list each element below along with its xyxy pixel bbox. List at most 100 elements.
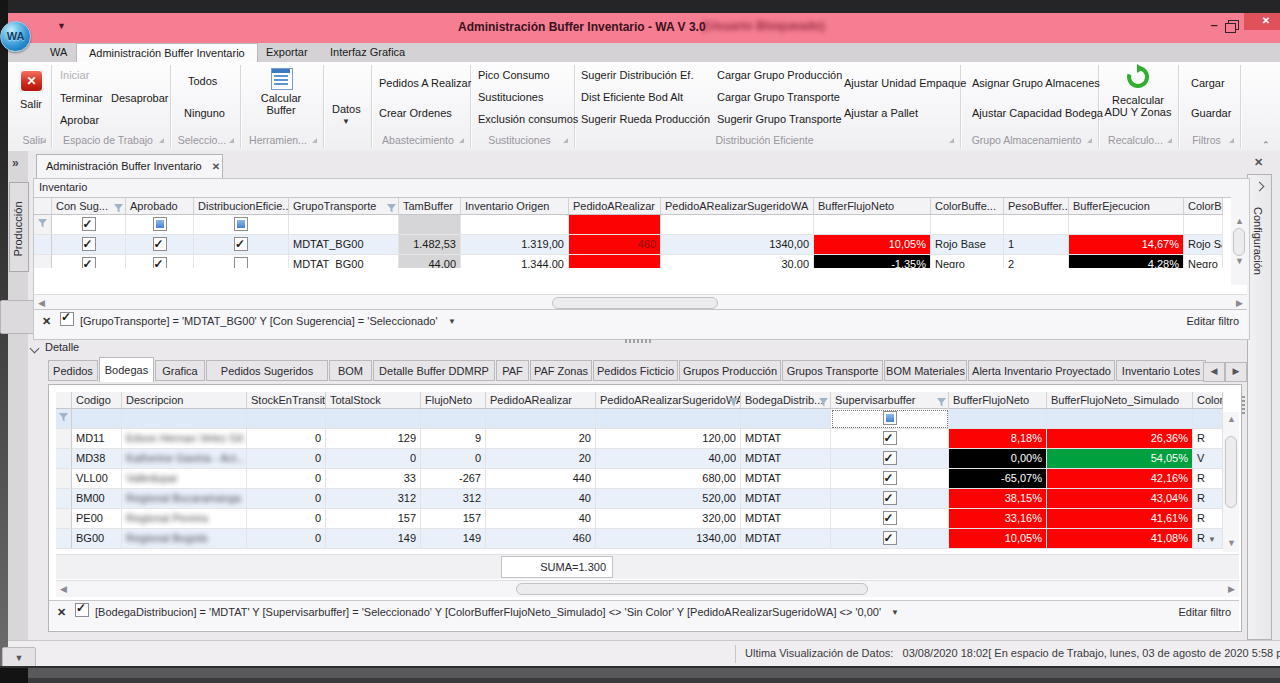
supervisar-checkbox[interactable]: [883, 471, 897, 485]
cargar-button[interactable]: Cargar: [1191, 77, 1225, 89]
scroll-down-icon[interactable]: ▼: [1235, 256, 1244, 266]
app-logo[interactable]: WA: [0, 21, 31, 52]
grid-cell[interactable]: MD11: [72, 429, 122, 449]
crear-ordenes-button[interactable]: Crear Ordenes: [379, 107, 452, 119]
grid-cell[interactable]: 460: [569, 235, 661, 255]
document-tab-close-icon[interactable]: ✕: [212, 161, 220, 172]
column-header-bodegadistrib[interactable]: BodegaDistrib...: [741, 392, 831, 409]
column-header-inventarioorigen[interactable]: Inventario Origen: [461, 198, 569, 215]
filter-dropdown-icon[interactable]: ▼: [448, 317, 456, 326]
grid-cell[interactable]: 440: [486, 469, 596, 489]
grid-cell[interactable]: MDTAT_BG00: [289, 255, 399, 268]
grid-cell[interactable]: 157: [421, 509, 486, 529]
grid-cell[interactable]: [569, 255, 661, 268]
column-header-pesobuffer[interactable]: PesoBuffer...: [1004, 198, 1069, 215]
scroll-left-icon[interactable]: ◀: [38, 298, 45, 308]
dialog-launcher-icon[interactable]: [1167, 138, 1172, 143]
grid-cell[interactable]: R: [1193, 469, 1223, 489]
filter-cell[interactable]: [831, 409, 949, 429]
grid-cell[interactable]: 0: [247, 529, 326, 549]
grid-cell[interactable]: 0,00%: [949, 449, 1047, 469]
column-header-colorbuffe[interactable]: ColorBuffe...: [931, 198, 1004, 215]
grid-cell[interactable]: 320,00: [596, 509, 741, 529]
grid-cell[interactable]: 149: [421, 529, 486, 549]
grid-cell[interactable]: MDTAT: [741, 449, 831, 469]
column-header-pedidoarealizarsugeridowa[interactable]: PedidoARealizarSugeridoWA: [661, 198, 814, 215]
grid-cell[interactable]: 0: [247, 449, 326, 469]
grid-cell[interactable]: 44,00: [399, 255, 461, 268]
sugerir-rueda-button[interactable]: Sugerir Rueda Producción: [581, 113, 710, 125]
terminar-button[interactable]: Terminar: [60, 92, 103, 104]
detalle-tab-grupos-transporte[interactable]: Grupos Transporte: [782, 360, 883, 381]
grid-cell[interactable]: [56, 469, 72, 489]
dialog-launcher-icon[interactable]: [229, 138, 234, 143]
checkbox-checked[interactable]: [82, 257, 96, 268]
grid-cell[interactable]: 10,05%: [949, 529, 1047, 549]
asignar-grupo-almacenes-button[interactable]: Asignar Grupo Almacenes: [972, 77, 1100, 89]
grid-cell[interactable]: [34, 255, 52, 268]
checkbox-indet[interactable]: [234, 217, 248, 231]
right-dock-strip[interactable]: Configuración: [1247, 174, 1272, 640]
grid-cell[interactable]: 0: [247, 469, 326, 489]
expand-panel-icon[interactable]: »: [12, 156, 26, 170]
quick-access-dropdown-icon[interactable]: ▼: [57, 21, 66, 31]
detalle-tab-pedidos-ficticio[interactable]: Pedidos Ficticio: [593, 360, 678, 381]
detalle-tab-bom[interactable]: BOM: [329, 360, 372, 381]
column-header-supervisarbuffer[interactable]: Supervisarbuffer: [831, 392, 949, 409]
column-header-color[interactable]: Color: [1193, 392, 1223, 409]
grid-cell[interactable]: Katherine Gaviria - Act...: [122, 449, 247, 469]
grid-cell[interactable]: 9: [421, 429, 486, 449]
column-header-pedidoarealizar[interactable]: PedidoARealizar: [569, 198, 661, 215]
grid-cell[interactable]: 1.344,00: [461, 255, 569, 268]
filter-cell[interactable]: [122, 409, 247, 429]
checkbox-checked[interactable]: [234, 237, 248, 251]
grid-cell[interactable]: [831, 489, 949, 509]
dialog-launcher-icon[interactable]: [159, 138, 164, 143]
grid-cell[interactable]: 26,36%: [1047, 429, 1193, 449]
tab-administracion-buffer-inventario[interactable]: Administración Buffer Inventario: [76, 43, 258, 63]
column-header-totalstock[interactable]: TotalStock: [326, 392, 421, 409]
dialog-launcher-icon[interactable]: [1087, 138, 1092, 143]
grid-cell[interactable]: 312: [326, 489, 421, 509]
grid-cell[interactable]: -267: [421, 469, 486, 489]
grid-cell[interactable]: [56, 529, 72, 549]
grid-cell[interactable]: 54,05%: [1047, 449, 1193, 469]
column-header-pedidoarealizar[interactable]: PedidoARealizar: [486, 392, 596, 409]
column-header-descripcion[interactable]: Descripcion: [122, 392, 247, 409]
pedidos-a-realizar-button[interactable]: Pedidos A Realizar: [379, 77, 471, 89]
grid-cell[interactable]: R: [1193, 509, 1223, 529]
column-header-bufferflujoneto[interactable]: BufferFlujoNeto: [814, 198, 931, 215]
grid-cell[interactable]: 157: [326, 509, 421, 529]
dock-tab-produccion[interactable]: Producción: [9, 182, 29, 272]
supervisar-checkbox[interactable]: [883, 431, 897, 445]
detalle-tab-paf[interactable]: PAF: [496, 360, 529, 381]
detalle-tab-bodegas[interactable]: Bodegas: [99, 357, 154, 382]
iniciar-button[interactable]: Iniciar: [60, 69, 89, 81]
grid-cell[interactable]: [831, 509, 949, 529]
column-header-rowindicator[interactable]: [34, 198, 52, 215]
filter-cell[interactable]: [661, 215, 814, 235]
grid-cell[interactable]: 33: [326, 469, 421, 489]
filter-cell[interactable]: [814, 215, 931, 235]
grid-cell[interactable]: Valledupar: [122, 469, 247, 489]
dialog-launcher-icon[interactable]: [949, 138, 954, 143]
edit-filter-link[interactable]: Editar filtro: [1186, 315, 1239, 327]
grid-cell[interactable]: 43,04%: [1047, 489, 1193, 509]
todos-button[interactable]: Todos: [188, 75, 217, 87]
grid-cell[interactable]: R: [1193, 489, 1223, 509]
grid-cell[interactable]: 20: [486, 429, 596, 449]
guardar-button[interactable]: Guardar: [1191, 107, 1231, 119]
scroll-up-icon[interactable]: ▲: [1227, 414, 1236, 424]
recalcular-button[interactable]: RecalcularADU Y Zonas: [1103, 94, 1173, 118]
filter-cell[interactable]: [949, 409, 1047, 429]
exclusion-consumos-button[interactable]: Exclusión consumos: [478, 113, 578, 125]
column-header-bufferejecucion[interactable]: BufferEjecucion: [1069, 198, 1184, 215]
sugerir-distribucion-button[interactable]: Sugerir Distribución Ef.: [581, 69, 694, 81]
grid-cell[interactable]: 41,08%: [1047, 529, 1193, 549]
horizontal-splitter-handle[interactable]: [625, 333, 653, 345]
ajustar-unidad-empaque-button[interactable]: Ajustar Unidad Empaque: [844, 77, 966, 89]
grid-cell[interactable]: [34, 235, 52, 255]
grid-cell[interactable]: [194, 235, 289, 255]
filter-cell[interactable]: [596, 409, 741, 429]
scroll-down-icon[interactable]: ▼: [1227, 538, 1236, 548]
